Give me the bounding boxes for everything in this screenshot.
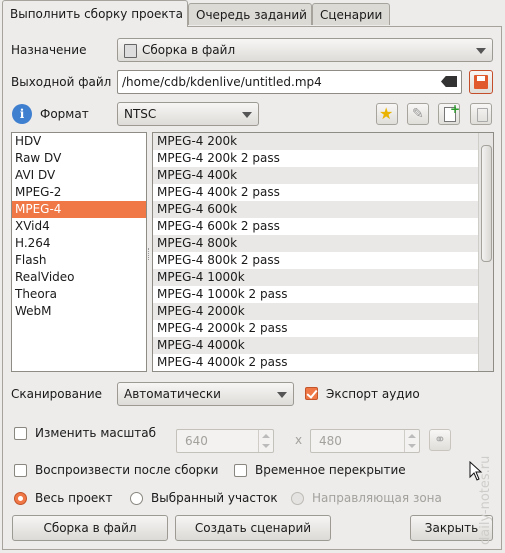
star-icon: ★ xyxy=(379,104,394,123)
rescale-height-value: 480 xyxy=(319,434,342,448)
chevron-down-icon xyxy=(476,48,486,54)
format-item[interactable]: RealVideo xyxy=(12,269,146,286)
profile-item[interactable]: MPEG-4 2000k 2 pass xyxy=(153,320,479,337)
format-item[interactable]: HDV xyxy=(12,133,146,150)
favorite-profile-button[interactable]: ★ xyxy=(376,103,398,125)
play-after-label: Воспроизвести после сборки xyxy=(35,463,219,477)
spin-arrows-icon[interactable] xyxy=(404,430,419,452)
tab-scripts[interactable]: Сценарии xyxy=(312,3,390,25)
tab-render-project[interactable]: Выполнить сборку проекта xyxy=(2,0,188,27)
format-item[interactable]: WebM xyxy=(12,303,146,320)
format-item[interactable]: Flash xyxy=(12,252,146,269)
range-guide-label: Направляющая зона xyxy=(312,491,442,505)
rescale-height-spinbox[interactable]: 480 xyxy=(310,429,420,453)
profile-item[interactable]: MPEG-4 600k 2 pass xyxy=(153,218,479,235)
profile-item[interactable]: MPEG-4 1000k 2 pass xyxy=(153,286,479,303)
render-to-file-button[interactable]: Сборка в файл xyxy=(12,515,168,541)
profile-item[interactable]: MPEG-4 1000k xyxy=(153,269,479,286)
tab-job-queue[interactable]: Очередь заданий xyxy=(188,3,312,25)
profile-item[interactable]: MPEG-4 4000k xyxy=(153,337,479,354)
range-whole-radio[interactable] xyxy=(14,492,27,505)
rescale-width-value: 640 xyxy=(185,434,208,448)
scrollbar[interactable] xyxy=(478,133,493,371)
profile-item[interactable]: MPEG-4 4000k 2 pass xyxy=(153,354,479,371)
destination-value: Сборка в файл xyxy=(142,43,236,57)
scanning-value: Автоматически xyxy=(124,387,221,401)
chevron-down-icon xyxy=(277,392,287,398)
watermark-text: daily-notes.ru xyxy=(478,455,493,545)
rescale-separator: x xyxy=(295,433,303,447)
chevron-down-icon xyxy=(242,112,252,118)
output-file-value: /home/cdb/kdenlive/untitled.mp4 xyxy=(122,75,322,89)
format-item[interactable]: AVI DV xyxy=(12,167,146,184)
format-item[interactable]: MPEG-4 xyxy=(12,201,146,218)
destination-combo[interactable]: Сборка в файл xyxy=(117,38,493,62)
range-selected-radio[interactable] xyxy=(130,492,143,505)
save-as-button[interactable] xyxy=(469,70,493,94)
plus-icon: + xyxy=(450,102,461,116)
link-icon: ⚭ xyxy=(434,432,446,448)
profile-item[interactable]: MPEG-4 200k xyxy=(153,133,479,150)
destination-label: Назначение xyxy=(11,43,87,57)
info-icon[interactable]: i xyxy=(12,104,32,124)
rescale-checkbox[interactable] xyxy=(14,427,27,440)
export-audio-checkbox[interactable] xyxy=(305,387,318,400)
range-whole-label: Весь проект xyxy=(35,491,113,505)
profile-item[interactable]: MPEG-4 400k xyxy=(153,167,479,184)
floppy-label-icon xyxy=(477,76,485,81)
generate-script-button[interactable]: Создать сценарий xyxy=(175,515,331,541)
standard-combo[interactable]: NTSC xyxy=(117,102,259,126)
format-item[interactable]: MPEG-2 xyxy=(12,184,146,201)
new-profile-button[interactable]: + xyxy=(438,102,461,125)
format-item[interactable]: XVid4 xyxy=(12,218,146,235)
clear-icon[interactable] xyxy=(441,76,457,87)
trash-icon xyxy=(477,108,488,122)
profile-item[interactable]: MPEG-4 400k 2 pass xyxy=(153,184,479,201)
overlay-label: Временное перекрытие xyxy=(255,463,406,477)
profile-item[interactable]: MPEG-4 600k xyxy=(153,201,479,218)
profile-list: MPEG-4 200k MPEG-4 200k 2 pass MPEG-4 400k… xyxy=(152,132,494,372)
spin-arrows-icon[interactable] xyxy=(258,430,273,452)
standard-value: NTSC xyxy=(124,107,157,121)
profile-item[interactable]: MPEG-4 2000k xyxy=(153,303,479,320)
range-guide-radio[interactable] xyxy=(291,492,304,505)
scrollbar-thumb[interactable] xyxy=(481,145,492,262)
scanning-label: Сканирование xyxy=(11,387,103,401)
edit-profile-button[interactable]: ✎ xyxy=(407,103,429,125)
profile-item[interactable]: MPEG-4 800k xyxy=(153,235,479,252)
destination-icon xyxy=(124,44,137,58)
format-item[interactable]: H.264 xyxy=(12,235,146,252)
lock-ratio-button[interactable]: ⚭ xyxy=(429,429,451,451)
play-after-checkbox[interactable] xyxy=(14,464,27,477)
overlay-checkbox[interactable] xyxy=(234,464,247,477)
format-list: HDV Raw DV AVI DV MPEG-2 MPEG-4 XVid4 H.264 Fla… xyxy=(11,132,147,372)
output-file-label: Выходной файл xyxy=(11,75,112,89)
output-file-field[interactable]: /home/cdb/kdenlive/untitled.mp4 xyxy=(117,70,462,94)
tab-bar: Выполнить сборку проекта Очередь заданий… xyxy=(0,0,505,27)
format-item[interactable]: Raw DV xyxy=(12,150,146,167)
export-audio-label: Экспорт аудио xyxy=(326,387,420,401)
profile-item[interactable]: MPEG-4 200k 2 pass xyxy=(153,150,479,167)
rescale-width-spinbox[interactable]: 640 xyxy=(176,429,274,453)
format-label: Формат xyxy=(40,107,89,121)
delete-profile-button[interactable] xyxy=(470,103,492,125)
rescale-label: Изменить масштаб xyxy=(35,426,157,440)
profile-item[interactable]: MPEG-4 800k 2 pass xyxy=(153,252,479,269)
format-item[interactable]: Theora xyxy=(12,286,146,303)
range-selected-label: Выбранный участок xyxy=(151,491,278,505)
pencil-icon: ✎ xyxy=(412,106,424,122)
scanning-combo[interactable]: Автоматически xyxy=(117,382,294,406)
